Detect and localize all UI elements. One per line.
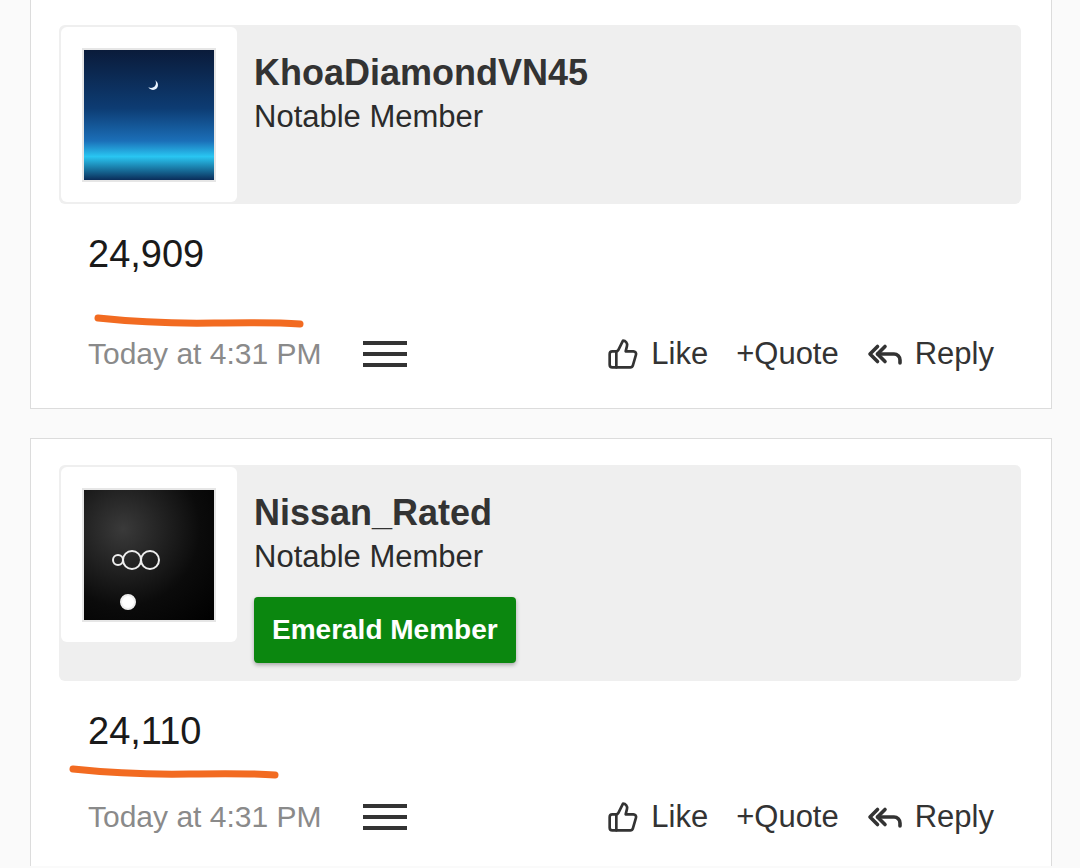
like-button[interactable]: Like bbox=[607, 336, 708, 372]
avatar-image[interactable] bbox=[82, 48, 216, 182]
post-card: KhoaDiamondVN45Notable Member 24,909 Today… bbox=[30, 0, 1052, 409]
avatar-panel bbox=[61, 27, 237, 202]
avatar-panel bbox=[61, 467, 237, 642]
username[interactable]: Nissan_Rated bbox=[254, 491, 492, 535]
avatar-image[interactable] bbox=[82, 488, 216, 622]
member-badge: Emerald Member bbox=[254, 597, 516, 663]
user-box: Nissan_RatedNotable Member Emerald Member bbox=[59, 465, 1021, 681]
reply-icon bbox=[867, 799, 903, 835]
user-box: KhoaDiamondVN45Notable Member bbox=[59, 25, 1021, 204]
reply-button[interactable]: Reply bbox=[867, 336, 994, 372]
like-button[interactable]: Like bbox=[607, 799, 708, 835]
post-time[interactable]: Today at 4:31 PM bbox=[88, 337, 321, 371]
post-card: Nissan_RatedNotable Member Emerald Member… bbox=[30, 438, 1052, 866]
user-title: Notable Member bbox=[254, 535, 483, 579]
username[interactable]: KhoaDiamondVN45 bbox=[254, 51, 588, 95]
post-body: 24,909 bbox=[88, 230, 204, 278]
thumbs-up-icon bbox=[607, 338, 639, 370]
menu-icon[interactable] bbox=[363, 340, 407, 368]
quote-button[interactable]: +Quote bbox=[736, 799, 839, 835]
thumbs-up-icon bbox=[607, 801, 639, 833]
reply-button[interactable]: Reply bbox=[867, 799, 994, 835]
menu-icon[interactable] bbox=[363, 803, 407, 831]
quote-button[interactable]: +Quote bbox=[736, 336, 839, 372]
reply-icon bbox=[867, 336, 903, 372]
underline-mark bbox=[94, 308, 304, 330]
thread-page: KhoaDiamondVN45Notable Member24,909Today… bbox=[0, 0, 1080, 866]
user-title: Notable Member bbox=[254, 95, 483, 139]
post-time[interactable]: Today at 4:31 PM bbox=[88, 800, 321, 834]
underline-mark bbox=[69, 759, 279, 781]
post-body: 24,110 bbox=[88, 707, 201, 755]
